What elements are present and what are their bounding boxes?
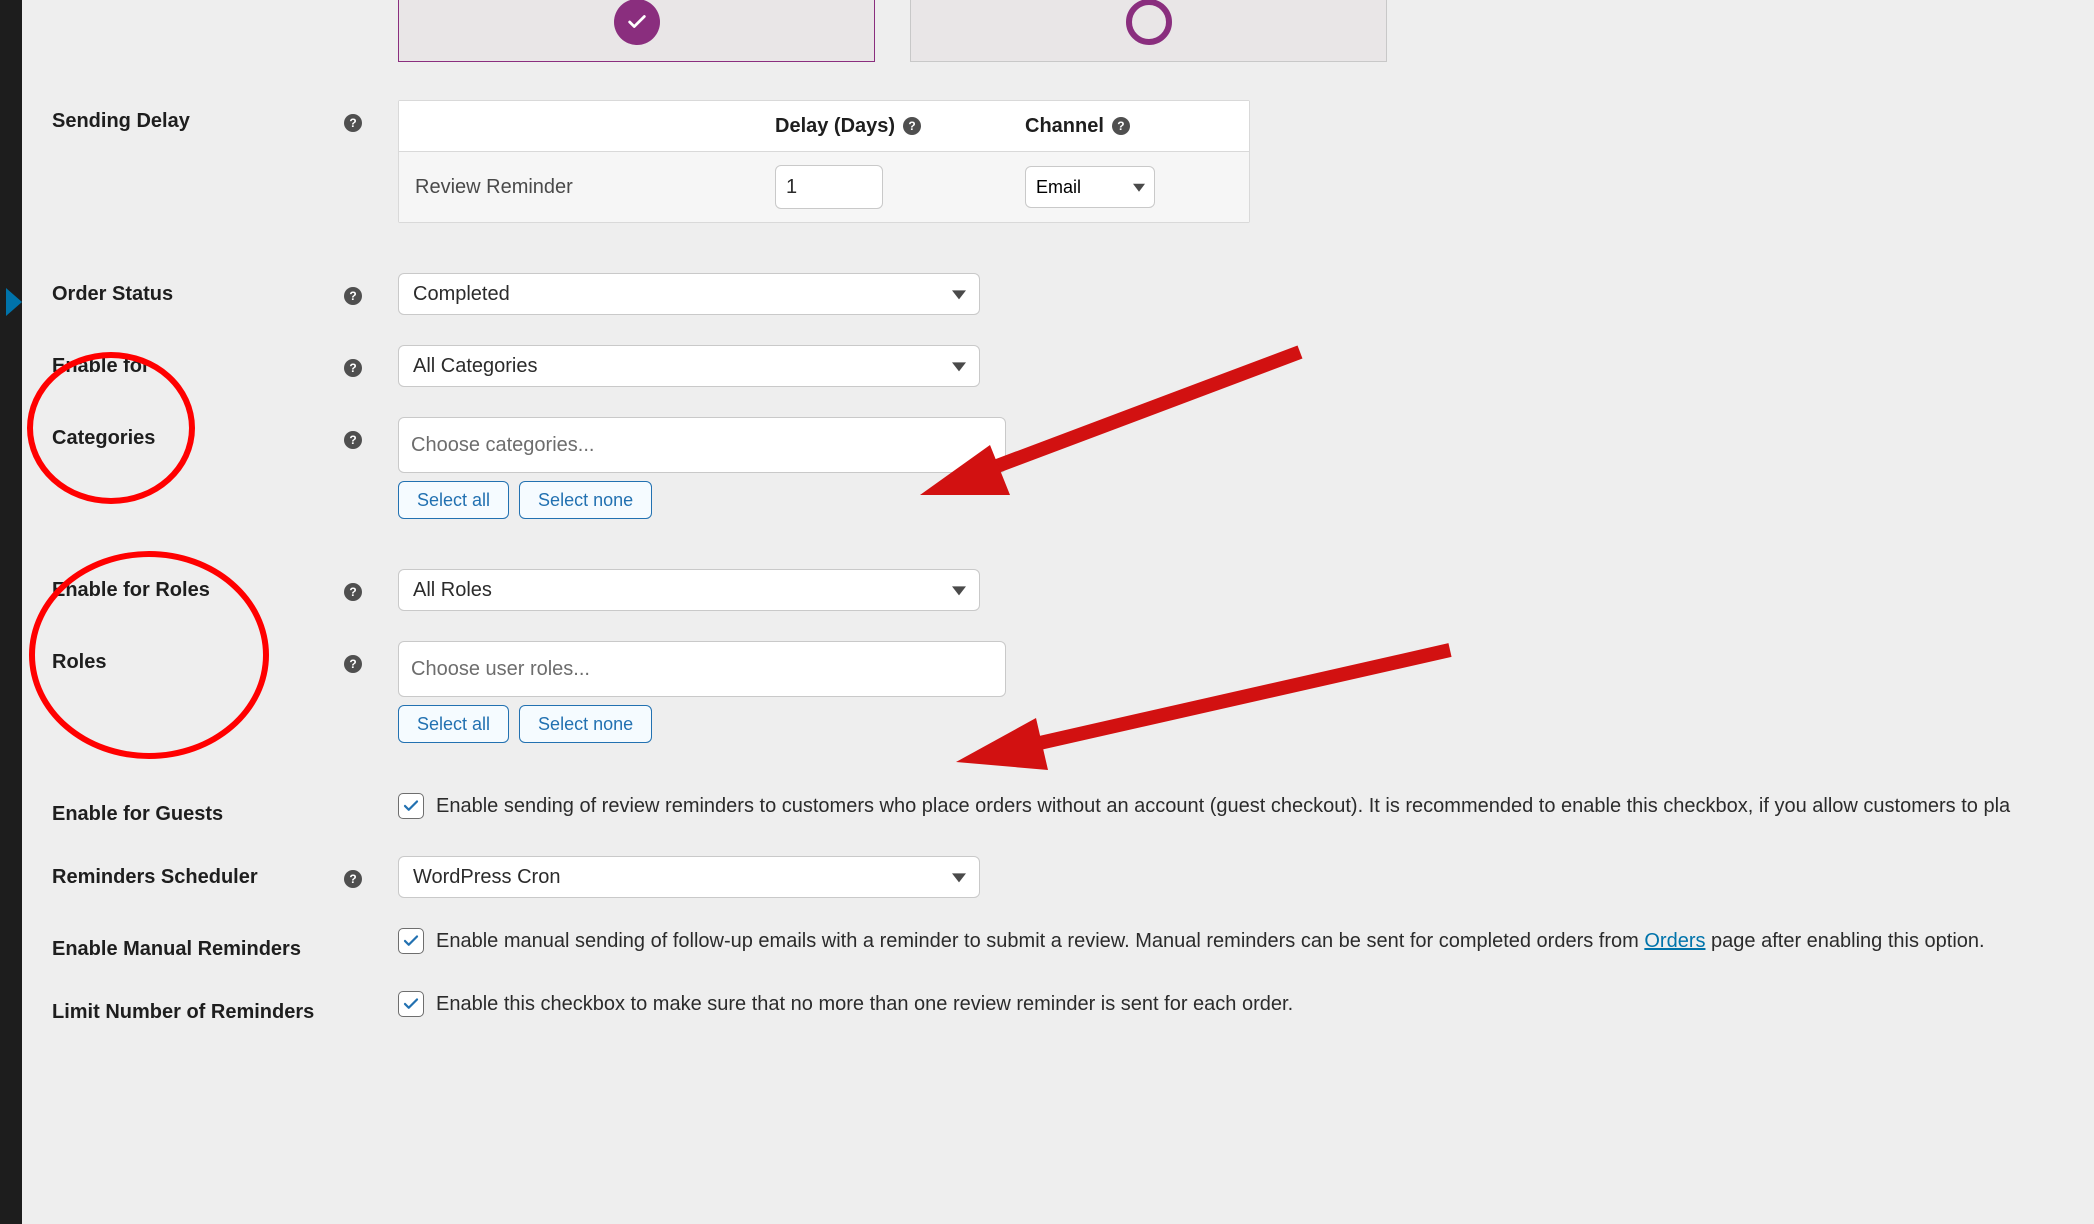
help-icon[interactable]: ?	[344, 431, 362, 449]
orders-link[interactable]: Orders	[1644, 930, 1705, 952]
help-icon[interactable]: ?	[344, 287, 362, 305]
help-icon[interactable]: ?	[344, 655, 362, 673]
label-order-status: Order Status	[52, 283, 173, 305]
table-header-delay: Delay (Days)	[775, 115, 895, 138]
categories-select-all-button[interactable]: Select all	[398, 481, 509, 519]
sending-delay-table: Delay (Days) ? Channel ? Review Reminder	[398, 100, 1250, 223]
order-status-select[interactable]: Completed	[398, 273, 980, 315]
wp-active-menu-arrow-icon	[6, 288, 22, 316]
limit-reminders-checkbox[interactable]	[398, 991, 424, 1017]
enable-for-roles-select[interactable]: All Roles	[398, 569, 980, 611]
categories-select-none-button[interactable]: Select none	[519, 481, 652, 519]
label-roles: Roles	[52, 651, 106, 673]
manual-reminders-checkbox-label: Enable manual sending of follow-up email…	[436, 930, 1985, 953]
roles-select-none-button[interactable]: Select none	[519, 705, 652, 743]
label-enable-for-roles: Enable for Roles	[52, 579, 210, 601]
reminders-scheduler-select[interactable]: WordPress Cron	[398, 856, 980, 898]
help-icon[interactable]: ?	[344, 870, 362, 888]
channel-select[interactable]: Email	[1025, 166, 1155, 208]
label-enable-for-guests: Enable for Guests	[52, 803, 223, 825]
limit-reminders-checkbox-label: Enable this checkbox to make sure that n…	[436, 993, 1293, 1016]
enable-for-select[interactable]: All Categories	[398, 345, 980, 387]
label-reminders-scheduler: Reminders Scheduler	[52, 866, 258, 888]
roles-select-all-button[interactable]: Select all	[398, 705, 509, 743]
help-icon[interactable]: ?	[1112, 117, 1130, 135]
label-categories: Categories	[52, 427, 155, 449]
help-icon[interactable]: ?	[344, 583, 362, 601]
categories-multiselect[interactable]: Choose categories...	[398, 417, 1006, 473]
help-icon[interactable]: ?	[344, 359, 362, 377]
table-row-name: Review Reminder	[415, 176, 775, 199]
label-sending-delay: Sending Delay	[52, 110, 190, 132]
guests-checkbox[interactable]	[398, 793, 424, 819]
label-enable-for: Enable for	[52, 355, 150, 377]
roles-placeholder: Choose user roles...	[411, 658, 590, 681]
guests-checkbox-label: Enable sending of review reminders to cu…	[436, 795, 2010, 818]
roles-multiselect[interactable]: Choose user roles...	[398, 641, 1006, 697]
label-enable-manual-reminders: Enable Manual Reminders	[52, 938, 301, 960]
manual-reminders-checkbox[interactable]	[398, 928, 424, 954]
wp-admin-sidebar	[0, 0, 22, 1224]
categories-placeholder: Choose categories...	[411, 434, 594, 457]
table-header-channel: Channel	[1025, 115, 1104, 138]
help-icon[interactable]: ?	[344, 114, 362, 132]
help-icon[interactable]: ?	[903, 117, 921, 135]
label-limit-number: Limit Number of Reminders	[52, 1001, 314, 1023]
delay-days-input[interactable]	[775, 165, 883, 209]
